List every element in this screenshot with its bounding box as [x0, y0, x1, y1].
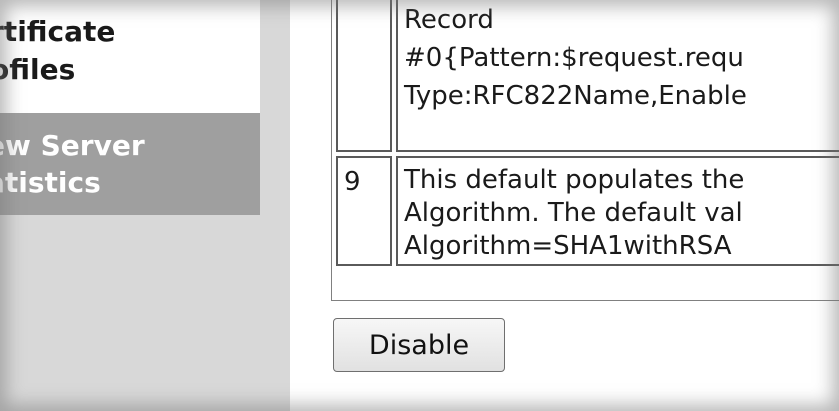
main-content: Record #0{Pattern:$request.requ Type:RFC… — [290, 0, 839, 411]
table-cell-description: This default populates the Algorithm. Th… — [396, 156, 839, 266]
sidebar-item-label: ew Server — [0, 129, 145, 162]
description-line: This default populates the — [404, 165, 745, 195]
table-cell-number — [336, 0, 392, 152]
description-line: Record — [404, 5, 494, 35]
description-line: Algorithm. The default val — [404, 198, 743, 228]
disable-button[interactable]: Disable — [333, 318, 505, 372]
table-cell-description: Record #0{Pattern:$request.requ Type:RFC… — [396, 0, 839, 152]
sidebar-item-certificate-profiles[interactable]: rtificate ofiles — [0, 0, 260, 130]
sidebar-item-label: ofiles — [0, 53, 76, 86]
description-line: Type:RFC822Name,Enable — [404, 81, 747, 111]
page: rtificate ofiles ew Server atistics Reco… — [0, 0, 839, 411]
sidebar: rtificate ofiles ew Server atistics — [0, 0, 290, 411]
sidebar-item-label: atistics — [0, 166, 101, 199]
table-cell-number: 9 — [336, 156, 392, 266]
description-line: Algorithm=SHA1withRSA — [404, 231, 732, 261]
description-line: #0{Pattern:$request.requ — [404, 43, 744, 73]
sidebar-item-label: rtificate — [0, 15, 116, 48]
defaults-table: Record #0{Pattern:$request.requ Type:RFC… — [331, 0, 839, 301]
row-number: 9 — [344, 167, 361, 197]
sidebar-item-view-server-statistics[interactable]: ew Server atistics — [0, 113, 260, 215]
